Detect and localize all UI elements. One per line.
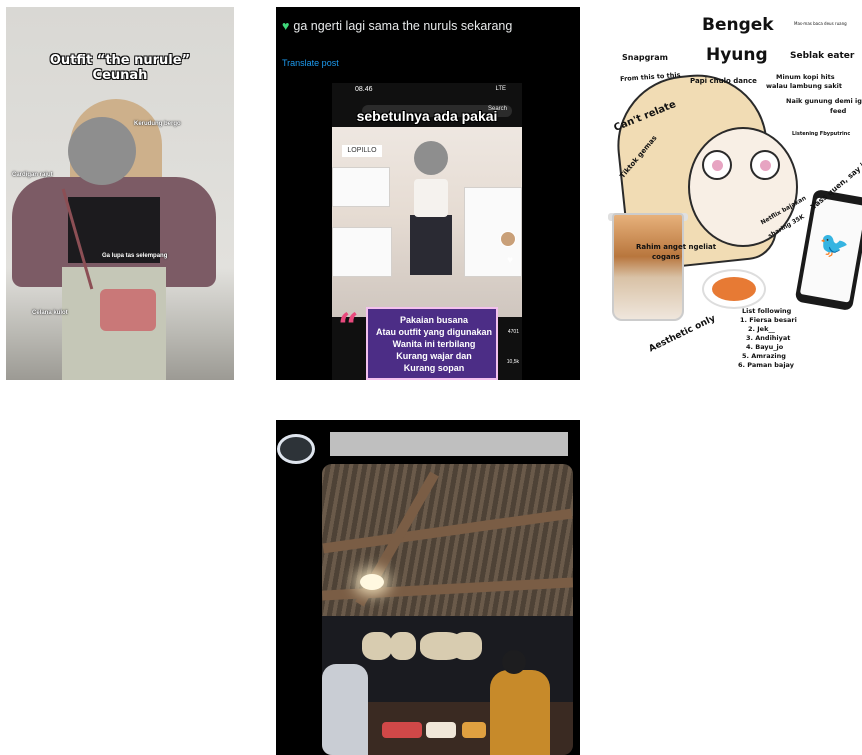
iced-coffee-cup — [612, 213, 684, 321]
meme-text: Seblak eater — [790, 51, 855, 61]
meme-text: Hyung — [706, 45, 768, 65]
lamp — [360, 574, 384, 590]
meme-text: Naik gunung demi ig — [786, 97, 862, 105]
meme-text: Snapgram — [622, 53, 668, 62]
meme-text: feed — [830, 107, 847, 115]
label-kerudung: Kerudung bergo — [134, 121, 181, 127]
person-head — [502, 650, 526, 674]
blurred-face — [414, 141, 448, 175]
food-bowl — [702, 269, 766, 309]
label-cardigan: Cardigan rajut — [12, 172, 53, 178]
person — [322, 664, 368, 755]
meme-text: Papi chulo dance — [690, 77, 757, 85]
meme-text: Mas-mas baca deus ruang — [794, 21, 847, 26]
avatar[interactable] — [277, 434, 315, 464]
tweet-text: ♥ ga ngerti lagi sama the nuruls sekarang — [282, 19, 513, 33]
translate-post-link[interactable]: Translate post — [282, 58, 339, 68]
status-time: 08.46 — [355, 86, 373, 93]
quote-mark-icon: “ — [338, 306, 359, 348]
meme-text: Listening Fbyputrinc — [792, 131, 851, 137]
cartoon-eye — [750, 150, 780, 180]
caption-line: Kurang sopan — [403, 363, 465, 373]
following-list-item: 6. Paman bajay — [738, 361, 794, 369]
following-list-item: 2. Jek__ — [748, 325, 775, 333]
outfit-photo-panel: Outfit “the nurule” Ceunah Kerudung berg… — [6, 7, 234, 380]
person — [490, 670, 550, 755]
creator-avatar[interactable] — [500, 231, 516, 247]
blurred-username — [330, 432, 568, 456]
share-count: 10,5k — [506, 359, 519, 365]
following-list-item: 3. Andihiyat — [746, 334, 791, 342]
pink-bag — [100, 289, 156, 331]
status-icons: LTE — [495, 86, 506, 92]
label-tas: Ga lupa tas selempang — [102, 253, 168, 259]
warung-photo[interactable] — [322, 464, 573, 755]
blurred-face — [68, 117, 136, 185]
label-celana: Celana kulot — [32, 310, 68, 316]
tweet-photo-panel — [276, 420, 580, 755]
meme-text: Minum kopi hits — [776, 73, 835, 81]
caption-line: Wanita ini terbilang — [392, 339, 476, 349]
meme-collage-panel: 🐦 Bengek Mas-mas baca deus ruang Hyung S… — [608, 7, 862, 380]
phone: 🐦 — [794, 188, 862, 312]
meme-text: walau lambung sakit — [766, 82, 843, 90]
caption-line: Kurang wajar dan — [396, 351, 472, 361]
following-list-item: 5. Amrazing — [742, 352, 786, 360]
following-list-item: 4. Bayu_jo — [746, 343, 784, 351]
outfit-title: Outfit “the nurule” Ceunah — [49, 53, 191, 83]
store-sign: LOPILLO — [342, 145, 382, 157]
following-list-item: 1. Fiersa besari — [740, 316, 797, 324]
meme-text: Rahim anget ngeliat — [636, 243, 717, 251]
twitter-bird-icon: 🐦 — [816, 230, 851, 263]
green-heart-icon: ♥ — [282, 19, 290, 33]
meme-text: cogans — [652, 253, 680, 261]
caption-line: Pakaian busana — [399, 315, 469, 325]
person-top — [414, 179, 448, 217]
following-list-title: List following — [742, 307, 792, 315]
like-icon[interactable]: ♥ — [507, 255, 513, 266]
tweet-video-panel: ♥ ga ngerti lagi sama the nuruls sekarang… — [276, 7, 580, 380]
like-count: 4701 — [507, 329, 519, 335]
person-legs — [410, 215, 452, 275]
cartoon-eye — [702, 150, 732, 180]
caption-box: Pakaian busana Atau outfit yang digunaka… — [366, 307, 498, 380]
video-screenshot[interactable]: 08.46 LTE Search sebetulnya ada pakai LO… — [332, 83, 522, 380]
caption-line: Atau outfit yang digunakan — [376, 327, 492, 337]
meme-text: Bengek — [702, 15, 774, 35]
video-overlay-text: sebetulnya ada pakai — [356, 108, 498, 124]
